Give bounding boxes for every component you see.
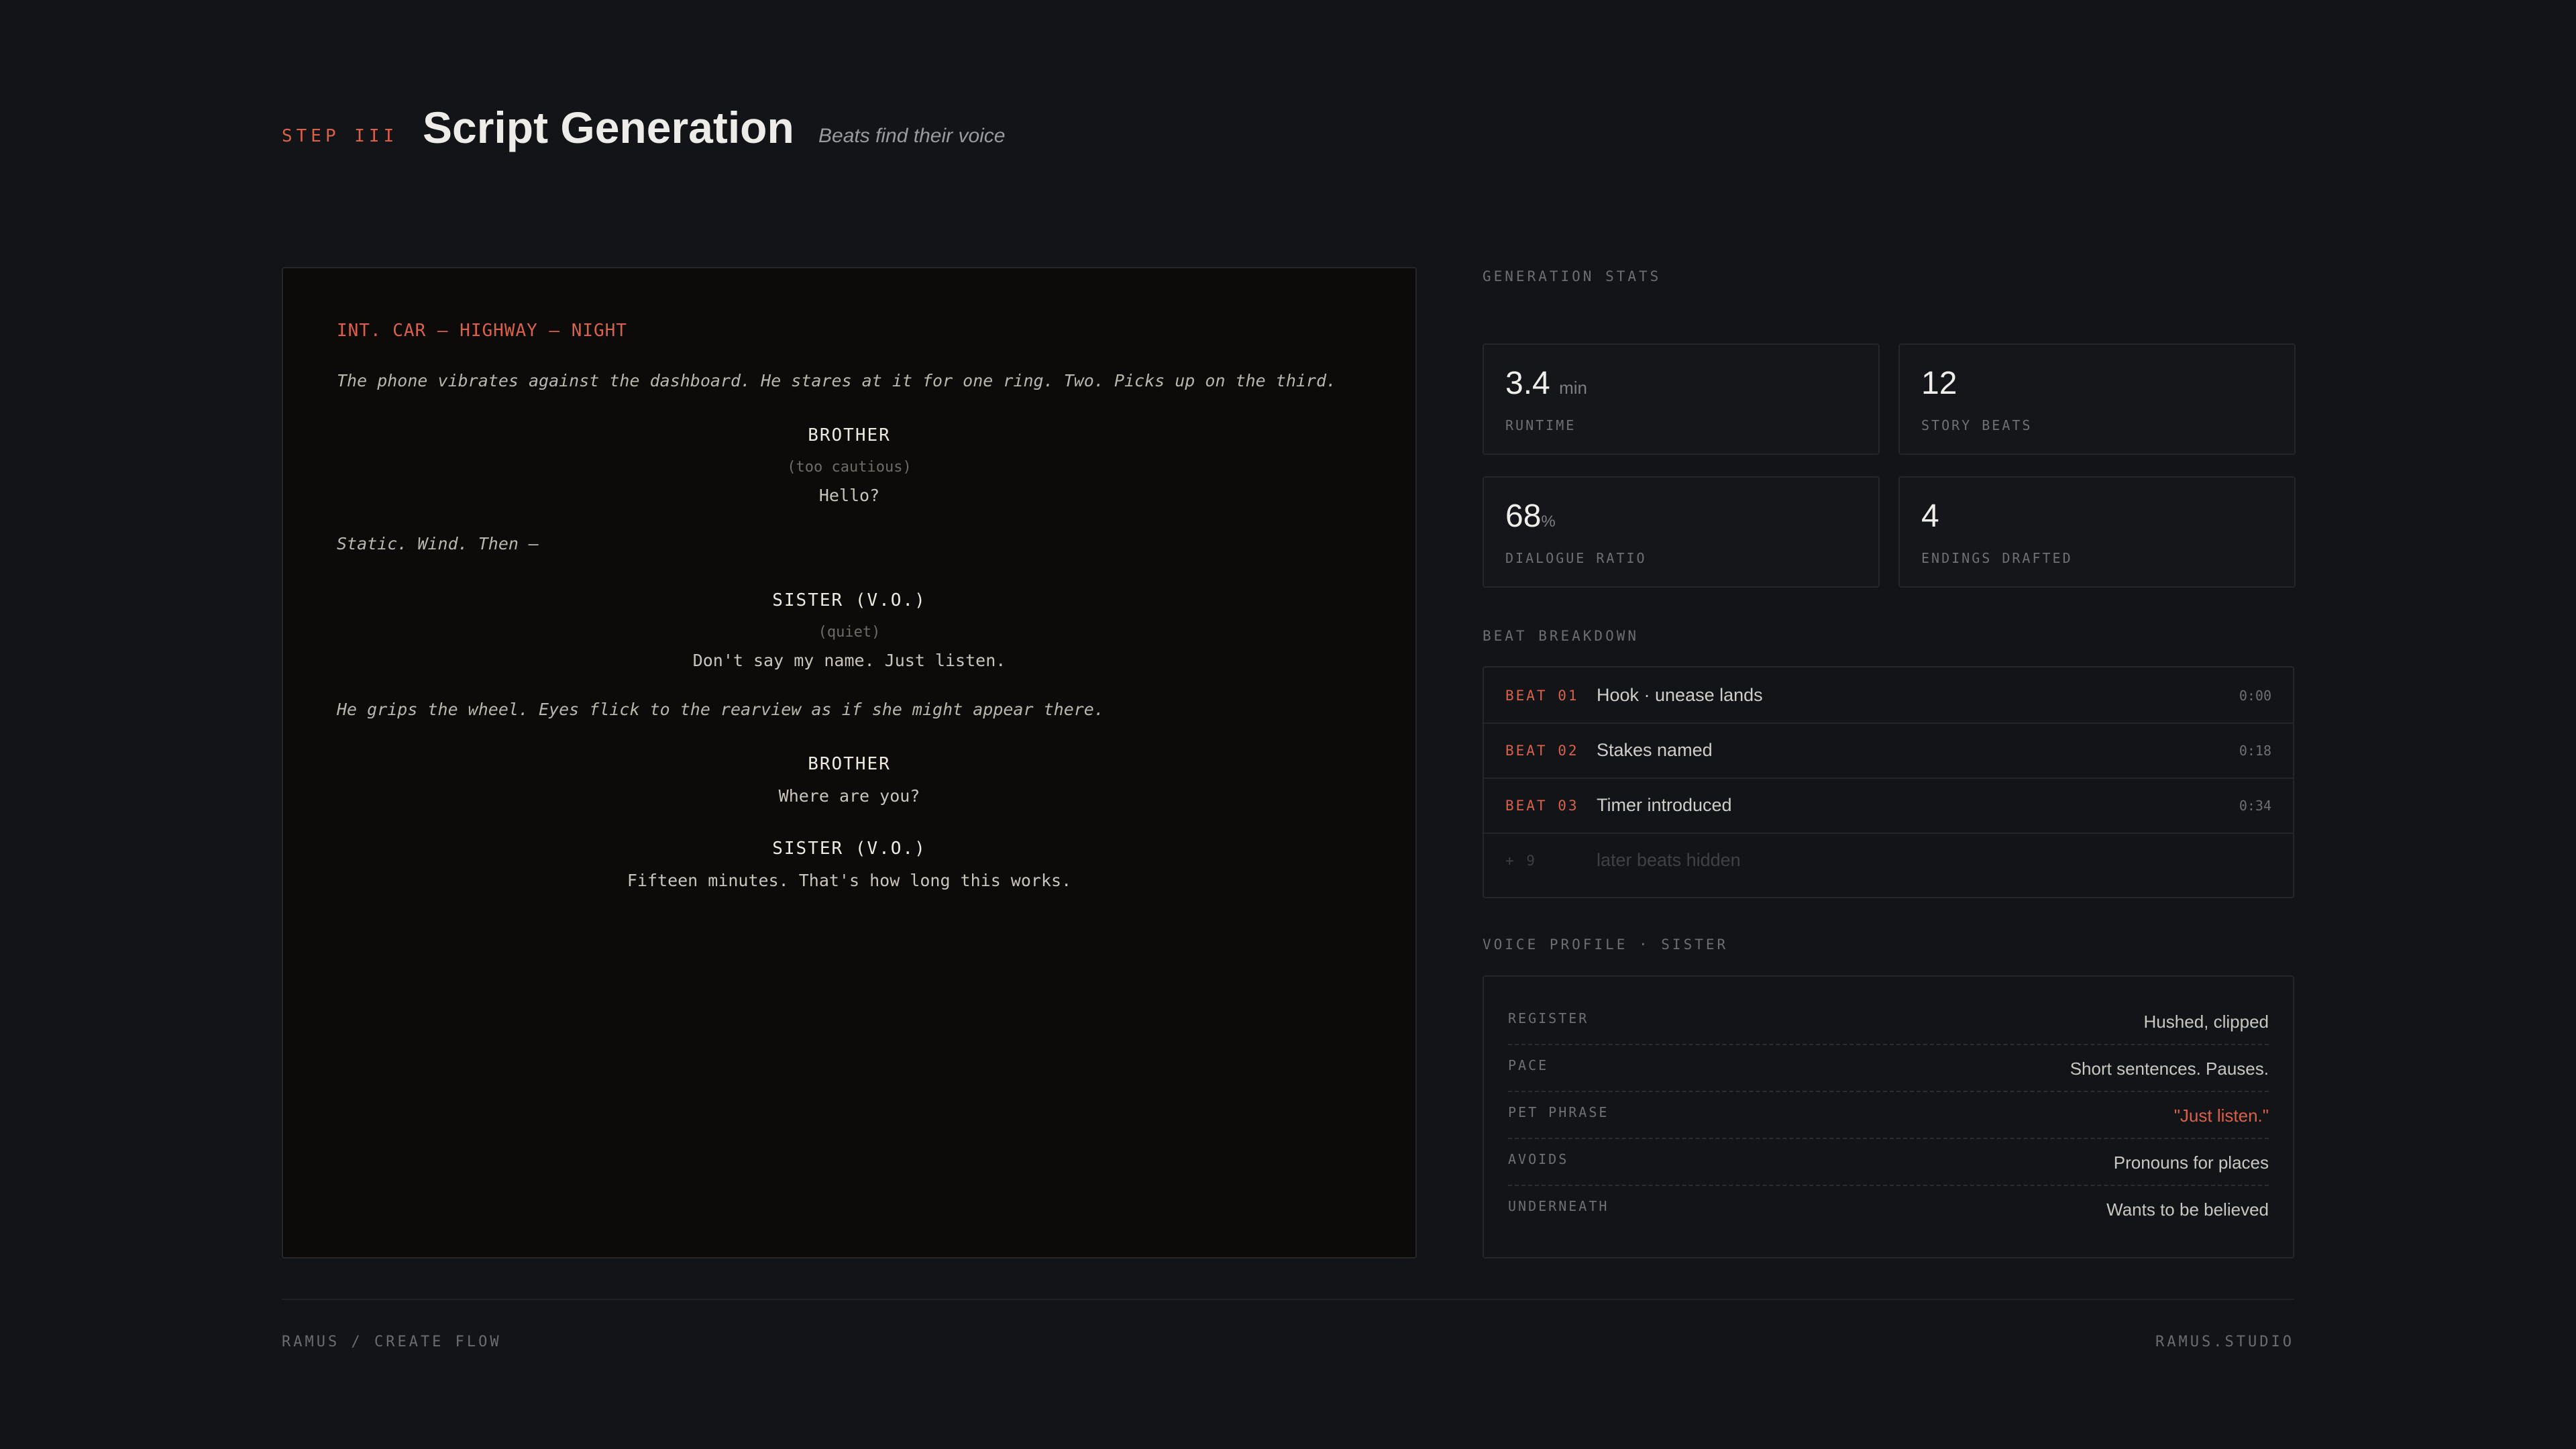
parenthetical: (quiet) bbox=[818, 624, 881, 641]
character-name: SISTER (V.O.) bbox=[772, 590, 926, 610]
action-line: The phone vibrates against the dashboard… bbox=[337, 371, 1337, 390]
dialogue-line: Hello? bbox=[818, 486, 880, 505]
voice-attribute-key: PACE bbox=[1508, 1057, 1549, 1073]
generation-stats-label: GENERATION STATS bbox=[1483, 268, 1662, 284]
character-name: SISTER (V.O.) bbox=[772, 839, 926, 859]
step-indicator: STEP III bbox=[282, 126, 398, 146]
beat-row[interactable]: BEAT 02 Stakes named 0:18 bbox=[1484, 722, 2293, 779]
beat-breakdown-label: BEAT BREAKDOWN bbox=[1483, 628, 1640, 644]
voice-attribute-row: AVOIDS Pronouns for places bbox=[1508, 1138, 2269, 1186]
beat-title: Timer introduced bbox=[1597, 795, 1732, 815]
parenthetical: (too cautious) bbox=[787, 459, 912, 476]
stat-label: ENDINGS DRAFTED bbox=[1921, 550, 2073, 566]
voice-attribute-row: PET PHRASE "Just listen." bbox=[1508, 1091, 2269, 1139]
voice-attribute-row: PACE Short sentences. Pauses. bbox=[1508, 1044, 2269, 1092]
beat-title: Hook · unease lands bbox=[1597, 685, 1763, 705]
stat-label: STORY BEATS bbox=[1921, 417, 2033, 433]
voice-attribute-key: PET PHRASE bbox=[1508, 1104, 1609, 1120]
voice-attribute-key: AVOIDS bbox=[1508, 1151, 1569, 1167]
stat-unit: % bbox=[1541, 513, 1556, 531]
dialogue-line: Where are you? bbox=[778, 786, 920, 806]
action-line: He grips the wheel. Eyes flick to the re… bbox=[337, 700, 1104, 719]
stat-runtime: 3.4 min RUNTIME bbox=[1483, 343, 1880, 455]
voice-attribute-row: REGISTER Hushed, clipped bbox=[1508, 997, 2269, 1045]
stat-label: DIALOGUE RATIO bbox=[1505, 550, 1647, 566]
stat-value: 3.4 bbox=[1505, 366, 1550, 401]
hidden-beats-label: later beats hidden bbox=[1597, 850, 1741, 870]
voice-attribute-key: REGISTER bbox=[1508, 1010, 1589, 1026]
action-line: Static. Wind. Then — bbox=[337, 534, 539, 553]
page-subtitle: Beats find their voice bbox=[818, 125, 1006, 147]
beat-title: Stakes named bbox=[1597, 740, 1713, 760]
stat-endings-drafted: 4 ENDINGS DRAFTED bbox=[1898, 476, 2296, 588]
beat-id: BEAT 01 bbox=[1505, 688, 1579, 704]
voice-attribute-value: Pronouns for places bbox=[2113, 1152, 2269, 1173]
script-panel[interactable]: INT. CAR — HIGHWAY — NIGHT The phone vib… bbox=[282, 267, 1417, 1258]
stat-value: 68 bbox=[1505, 498, 1542, 534]
voice-profile-label: VOICE PROFILE · SISTER bbox=[1483, 936, 1729, 953]
stat-value: 12 bbox=[1921, 366, 1957, 401]
page-title: Script Generation bbox=[423, 103, 794, 152]
beat-row[interactable]: BEAT 03 Timer introduced 0:34 bbox=[1484, 777, 2293, 834]
beat-timestamp: 0:18 bbox=[2239, 743, 2271, 759]
beat-id: BEAT 02 bbox=[1505, 743, 1579, 759]
beat-row[interactable]: BEAT 01 Hook · unease lands 0:00 bbox=[1484, 667, 2293, 724]
dialogue-line: Don't say my name. Just listen. bbox=[692, 651, 1006, 670]
beat-id: BEAT 03 bbox=[1505, 798, 1579, 814]
voice-attribute-value: Hushed, clipped bbox=[2143, 1012, 2269, 1032]
stat-label: RUNTIME bbox=[1505, 417, 1576, 433]
hidden-beats-row[interactable]: + 9 later beats hidden bbox=[1484, 833, 2293, 888]
beat-timestamp: 0:00 bbox=[2239, 688, 2271, 704]
beat-timestamp: 0:34 bbox=[2239, 798, 2271, 814]
footer-divider bbox=[282, 1299, 2294, 1300]
footer-breadcrumb: RAMUS / CREATE FLOW bbox=[282, 1334, 502, 1350]
stat-story-beats: 12 STORY BEATS bbox=[1898, 343, 2296, 455]
stat-dialogue-ratio: 68% DIALOGUE RATIO bbox=[1483, 476, 1880, 588]
voice-profile-card: REGISTER Hushed, clipped PACE Short sent… bbox=[1483, 975, 2294, 1258]
voice-attribute-value: "Just listen." bbox=[2174, 1106, 2269, 1126]
dialogue-line: Fifteen minutes. That's how long this wo… bbox=[627, 871, 1072, 890]
hidden-beats-count: + 9 bbox=[1505, 853, 1537, 869]
scene-heading: INT. CAR — HIGHWAY — NIGHT bbox=[337, 321, 627, 341]
voice-attribute-value: Short sentences. Pauses. bbox=[2070, 1059, 2269, 1079]
character-name: BROTHER bbox=[808, 754, 891, 774]
page-header: STEP III Script Generation Beats find th… bbox=[282, 101, 1154, 154]
beat-breakdown-list: BEAT 01 Hook · unease lands 0:00 BEAT 02… bbox=[1483, 666, 2294, 898]
voice-attribute-row: UNDERNEATH Wants to be believed bbox=[1508, 1185, 2269, 1232]
character-name: BROTHER bbox=[808, 425, 891, 445]
footer-brand-link[interactable]: RAMUS.STUDIO bbox=[2155, 1334, 2294, 1350]
voice-attribute-value: Wants to be believed bbox=[2106, 1199, 2269, 1220]
stat-value: 4 bbox=[1921, 498, 1939, 534]
voice-attribute-key: UNDERNEATH bbox=[1508, 1198, 1609, 1214]
stat-unit: min bbox=[1559, 378, 1587, 398]
